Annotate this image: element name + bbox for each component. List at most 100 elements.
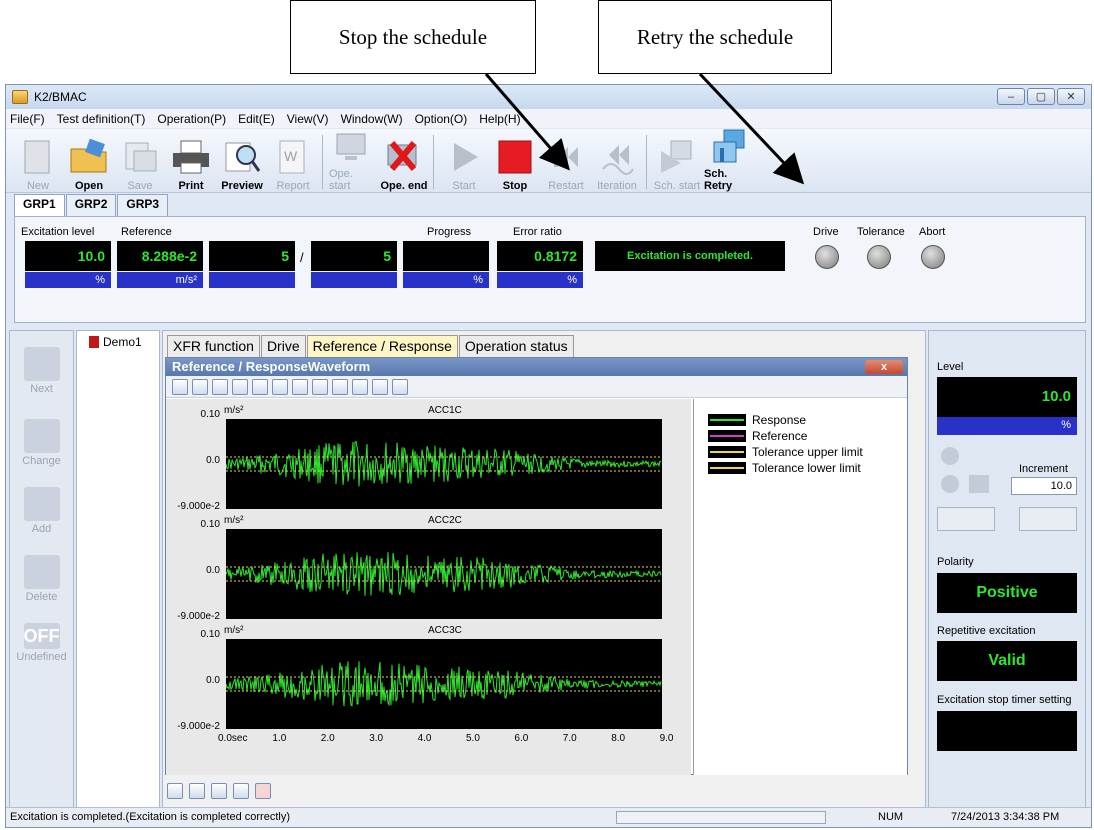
status-panel: Excitation level 10.0 % Reference 8.288e… <box>14 216 1086 323</box>
print-button[interactable]: Print <box>167 132 215 192</box>
tab-drive[interactable]: Drive <box>260 335 306 357</box>
maximize-button[interactable]: ▢ <box>1027 88 1055 105</box>
tab-xfr-function[interactable]: XFR function <box>167 335 260 357</box>
excel-icon[interactable] <box>372 378 388 395</box>
start-button[interactable]: Start <box>440 132 488 192</box>
waveform-title-text: Reference / ResponseWaveform <box>172 359 371 374</box>
tree-item-demo1[interactable]: Demo1 <box>89 335 142 349</box>
preview-button[interactable]: Preview <box>218 132 266 192</box>
count-current: 5 <box>209 241 295 271</box>
tab-grp3[interactable]: GRP3 <box>117 194 169 216</box>
search-icon[interactable] <box>252 378 268 395</box>
stop-label: Stop <box>502 180 528 192</box>
status-message: Excitation is completed. <box>595 241 785 271</box>
sch-retry-button[interactable]: Sch. Retry <box>704 129 752 192</box>
reference-label: Reference <box>121 226 172 238</box>
restart-button[interactable]: Restart <box>542 132 590 192</box>
report-label: Report <box>276 180 310 192</box>
layout-rows-icon[interactable] <box>167 783 183 799</box>
change-label: Change <box>22 455 61 467</box>
menu-help[interactable]: Help(H) <box>479 112 520 126</box>
new-button[interactable]: New <box>14 132 62 192</box>
x-icon <box>23 555 60 589</box>
x-tick-label: 1.0 <box>272 733 287 744</box>
cascade-icon[interactable] <box>233 783 249 799</box>
reset-icon[interactable] <box>292 378 308 395</box>
increment-input[interactable]: 10.0 <box>1011 477 1077 495</box>
export-icon[interactable] <box>332 378 348 395</box>
level-value: 10.0 <box>937 377 1077 417</box>
progress-value <box>403 241 489 271</box>
sch-start-button[interactable]: Sch. start <box>653 132 701 192</box>
stop-button[interactable]: Stop <box>491 132 539 192</box>
word-report-icon: W <box>273 138 313 176</box>
properties-icon[interactable] <box>312 378 328 395</box>
tile-icon[interactable] <box>211 783 227 799</box>
minimize-button[interactable]: – <box>997 88 1025 105</box>
menu-view[interactable]: View(V) <box>287 112 329 126</box>
abort-label: Abort <box>919 226 946 238</box>
add-button[interactable]: Add <box>10 487 73 535</box>
iteration-button[interactable]: Iteration <box>593 132 641 192</box>
plot3-title: ACC3C <box>428 625 462 636</box>
open-button[interactable]: Open <box>65 132 113 192</box>
report-button[interactable]: W Report <box>269 132 317 192</box>
undefined-button[interactable]: OFF Undefined <box>10 623 73 663</box>
plot-area: ACC1C 0.10 m/s² 0.0 -9.000e-2 ACC2C 0.10… <box>166 399 691 775</box>
ope-end-button[interactable]: Ope. end <box>380 132 428 192</box>
change-button[interactable]: Change <box>10 419 73 467</box>
next-button[interactable]: Next <box>10 347 73 395</box>
save-button[interactable]: Save <box>116 132 164 192</box>
magnifier-icon <box>222 138 262 176</box>
down-arrow-icon <box>23 347 60 381</box>
view-tabs: XFR function Drive Reference / Response … <box>167 335 575 357</box>
plot3-y-top: 0.10 <box>200 629 220 640</box>
menu-file[interactable]: File(F) <box>10 112 45 126</box>
statusbar-datetime: 7/24/2013 3:34:38 PM <box>951 811 1060 823</box>
drive-label: Drive <box>813 226 839 238</box>
scale-down-icon[interactable] <box>232 378 248 395</box>
x-tick-label: 6.0 <box>514 733 529 744</box>
timer-value <box>937 711 1077 751</box>
tab-reference-response[interactable]: Reference / Response <box>306 335 458 357</box>
zoom-x-icon[interactable] <box>172 378 188 395</box>
ope-start-button[interactable]: Ope. start <box>329 132 377 192</box>
start-label: Start <box>452 180 476 192</box>
copy-icon[interactable] <box>352 378 368 395</box>
zoom-y-icon[interactable] <box>192 378 208 395</box>
x-tick-label: 9.0 <box>659 733 674 744</box>
restart-label: Restart <box>548 180 584 192</box>
menu-operation[interactable]: Operation(P) <box>157 112 226 126</box>
stop-icon <box>495 138 535 176</box>
legend: Response Reference Tolerance upper limit… <box>693 399 907 775</box>
waveform-button[interactable] <box>937 507 995 531</box>
main-toolbar: New Open Save Print Preview W Report Ope.… <box>6 129 1091 193</box>
plus-icon <box>23 487 60 521</box>
menu-window[interactable]: Window(W) <box>341 112 403 126</box>
waveform-close-button[interactable]: x <box>865 360 903 374</box>
settings-icon[interactable] <box>272 378 288 395</box>
toggle-button[interactable] <box>1019 507 1077 531</box>
scale-up-icon[interactable] <box>212 378 228 395</box>
open-label: Open <box>74 180 104 192</box>
callout-stop-text: Stop the schedule <box>338 24 488 49</box>
level-down-button[interactable] <box>941 475 959 493</box>
tab-operation-status[interactable]: Operation status <box>458 335 574 357</box>
plot3-waveform <box>225 661 662 707</box>
close-button[interactable]: ✕ <box>1057 88 1085 105</box>
menu-option[interactable]: Option(O) <box>415 112 468 126</box>
tab-grp2[interactable]: GRP2 <box>65 194 117 216</box>
menu-test-definition[interactable]: Test definition(T) <box>57 112 146 126</box>
legend-tolerance-lower: Tolerance lower limit <box>708 461 861 475</box>
level-up-button[interactable] <box>941 447 959 465</box>
count-slash: / <box>300 250 304 265</box>
edit-level-icon[interactable] <box>969 475 989 493</box>
close-all-icon[interactable] <box>255 783 271 799</box>
layout-cols-icon[interactable] <box>189 783 205 799</box>
schedule-tree: Demo1 <box>76 330 160 810</box>
delete-button[interactable]: Delete <box>10 555 73 603</box>
menu-edit[interactable]: Edit(E) <box>238 112 275 126</box>
x-tick-label: 4.0 <box>417 733 432 744</box>
legend-toggle-icon[interactable] <box>392 378 408 395</box>
tab-grp1[interactable]: GRP1 <box>14 194 65 216</box>
